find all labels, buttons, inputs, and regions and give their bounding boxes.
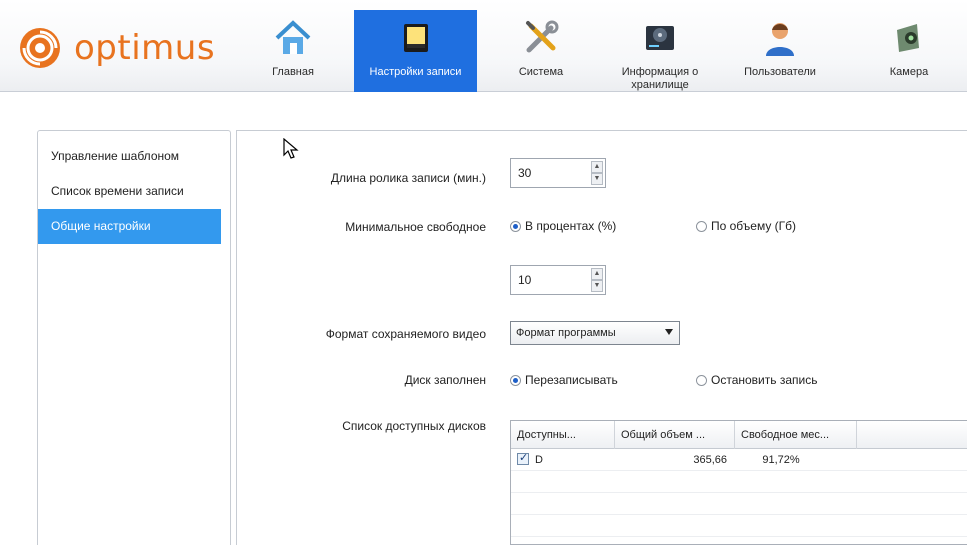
sidebar-item-template-management[interactable]: Управление шаблоном xyxy=(38,139,230,174)
disk-list-label: Список доступных дисков xyxy=(342,419,486,433)
sidebar-item-label: Общие настройки xyxy=(51,219,151,233)
nav-system-label: Система xyxy=(518,66,564,78)
recorder-icon xyxy=(403,24,428,52)
video-format-select[interactable]: Формат программы xyxy=(510,321,680,345)
top-navigation-bar: optimus Главная Настройки записи Система xyxy=(0,0,967,92)
sidebar-item-general-settings[interactable]: Общие настройки xyxy=(38,209,221,244)
disk-full-overwrite-label: Перезаписывать xyxy=(525,373,618,387)
nav-storage-info[interactable]: Информация о хранилище xyxy=(610,10,710,92)
disk-full-overwrite-radio[interactable]: Перезаписывать xyxy=(510,373,618,387)
nav-storage-info-label: Информация о хранилище xyxy=(621,66,699,91)
column-header-total[interactable]: Общий объем ... xyxy=(615,421,735,449)
clip-length-up-button[interactable]: ▲ xyxy=(591,161,603,173)
video-format-value: Формат программы xyxy=(516,327,616,339)
sidebar: Управление шаблоном Список времени запис… xyxy=(37,130,231,545)
table-row-empty xyxy=(511,493,967,515)
clip-length-stepper[interactable]: 30 ▲ ▼ xyxy=(510,158,606,188)
disk-full-stop-label: Остановить запись xyxy=(711,373,818,387)
min-free-volume-radio[interactable]: По объему (Гб) xyxy=(696,219,796,233)
sidebar-item-label: Список времени записи xyxy=(51,184,184,198)
clip-length-label: Длина ролика записи (мин.) xyxy=(330,171,486,185)
min-free-percent-label: В процентах (%) xyxy=(525,219,617,233)
nav-home-label: Главная xyxy=(272,66,314,78)
nav-users-label: Пользователи xyxy=(744,66,816,78)
min-free-up-button[interactable]: ▲ xyxy=(591,268,603,280)
disk-full-stop-radio[interactable]: Остановить запись xyxy=(696,373,817,387)
table-row-empty xyxy=(511,515,967,537)
radio-unselected-icon xyxy=(696,220,707,232)
radio-unselected-icon xyxy=(696,374,707,386)
column-header-free[interactable]: Свободное мес... xyxy=(735,421,857,449)
video-format-label: Формат сохраняемого видео xyxy=(325,327,486,341)
min-free-label: Минимальное свободное xyxy=(345,220,486,234)
table-row[interactable]: D 365,66 91,72% xyxy=(511,449,967,471)
sidebar-item-record-schedule[interactable]: Список времени записи xyxy=(38,174,230,209)
disk-checkbox[interactable] xyxy=(517,451,529,465)
nav-camera[interactable]: Камера xyxy=(878,10,940,92)
logo: optimus xyxy=(18,26,215,70)
chevron-down-icon xyxy=(665,329,673,335)
sidebar-item-label: Управление шаблоном xyxy=(51,149,180,163)
disk-full-label: Диск заполнен xyxy=(404,373,486,387)
logo-text: optimus xyxy=(74,28,216,68)
home-icon xyxy=(275,20,311,54)
disk-table: Доступны... Общий объем ... Свободное ме… xyxy=(510,420,967,545)
column-header-available[interactable]: Доступны... xyxy=(511,421,615,449)
user-icon xyxy=(766,23,794,56)
camera-icon xyxy=(897,24,919,52)
nav-record-settings[interactable]: Настройки записи xyxy=(354,10,477,92)
nav-camera-label: Камера xyxy=(889,66,929,78)
nav-users[interactable]: Пользователи xyxy=(736,10,824,92)
disk-name-cell: D xyxy=(535,454,543,466)
clip-length-value: 30 xyxy=(518,166,532,180)
clip-length-down-button[interactable]: ▼ xyxy=(591,173,603,185)
radio-selected-icon xyxy=(510,374,521,386)
min-free-down-button[interactable]: ▼ xyxy=(591,280,603,292)
table-row-empty xyxy=(511,471,967,493)
table-header-row: Доступны... Общий объем ... Свободное ме… xyxy=(511,421,967,449)
nav-home[interactable]: Главная xyxy=(262,10,324,92)
min-free-percent-radio[interactable]: В процентах (%) xyxy=(510,219,616,233)
hdd-icon xyxy=(646,26,674,50)
min-free-value: 10 xyxy=(518,273,532,287)
nav-system[interactable]: Система xyxy=(506,10,576,92)
mouse-cursor-icon xyxy=(283,138,299,159)
min-free-stepper[interactable]: 10 ▲ ▼ xyxy=(510,265,606,295)
min-free-volume-label: По объему (Гб) xyxy=(711,219,797,233)
radio-selected-icon xyxy=(510,220,521,232)
disk-total-cell: 365,66 xyxy=(693,454,727,466)
tools-icon xyxy=(526,20,559,53)
logo-icon xyxy=(20,28,60,68)
disk-free-cell: 91,72% xyxy=(762,454,800,466)
nav-record-settings-label: Настройки записи xyxy=(369,66,462,78)
